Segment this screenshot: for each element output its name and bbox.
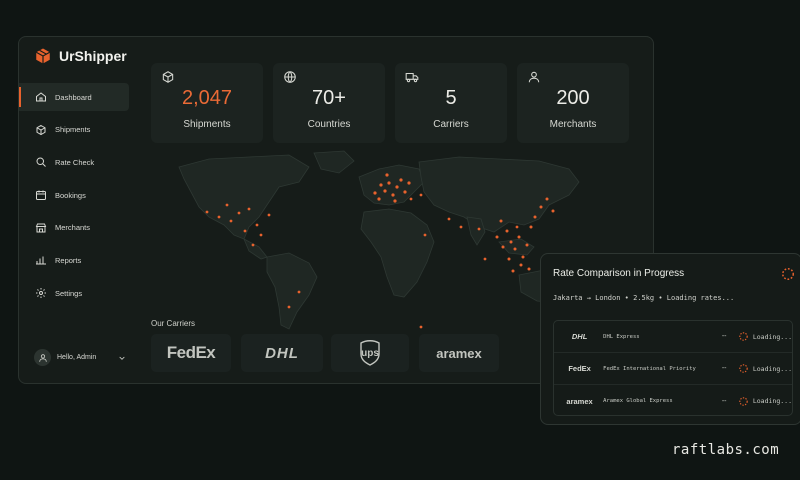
loading-spinner-icon	[739, 396, 748, 406]
carriers-title: Our Carriers	[151, 319, 196, 328]
route-summary: Jakarta → London • 2.5kg • Loading rates…	[553, 294, 735, 302]
stat-label: Shipments	[183, 119, 231, 130]
stat-card-merchants: 200 Merchants	[517, 63, 629, 143]
loading-spinner-icon	[782, 268, 794, 280]
asia-shape	[418, 156, 580, 233]
rate-status: Loading...	[738, 331, 792, 342]
sidebar-item-reports[interactable]: Reports	[19, 246, 129, 274]
status-text: Loading...	[752, 332, 792, 341]
stat-value: 2,047	[181, 87, 233, 109]
south-america-shape	[266, 252, 318, 330]
box-icon	[36, 124, 46, 135]
watermark: raftlabs.com	[672, 442, 780, 458]
store-icon	[35, 223, 47, 233]
greenland-shape	[313, 150, 355, 174]
brand-name: UrShipper	[59, 48, 127, 64]
central-america-shape	[243, 238, 268, 260]
sidebar-item-label: Bookings	[55, 190, 86, 200]
service-name: Aramex Global Express	[603, 398, 673, 404]
carrier-ups: ups	[331, 334, 409, 372]
stat-label: Countries	[307, 119, 351, 130]
stat-card-countries: 70+ Countries	[273, 63, 385, 143]
home-icon	[36, 92, 46, 102]
carrier-logo: FedEx	[568, 364, 591, 373]
calendar-icon	[36, 190, 46, 201]
user-icon	[38, 353, 47, 362]
carrier-logo: aramex	[566, 396, 593, 406]
sidebar-item-dashboard[interactable]: Dashboard	[19, 83, 129, 111]
gear-icon	[36, 288, 46, 299]
user-greeting: Hello, Admin	[57, 354, 97, 361]
stat-value: 5	[445, 87, 457, 109]
stat-card-shipments: 2,047 Shipments	[151, 63, 263, 143]
status-text: Loading...	[752, 364, 792, 373]
rate-rows: DHL DHL Express -- Loading... FedEx FedE…	[553, 320, 793, 416]
sidebar-item-shipments[interactable]: Shipments	[19, 116, 129, 144]
sidebar-item-label: Shipments	[55, 125, 91, 135]
carrier-fedex: FedEx	[151, 334, 231, 372]
sidebar-item-settings[interactable]: Settings	[19, 279, 129, 307]
carrier-logo: DHL	[571, 332, 588, 341]
stat-label: Carriers	[433, 119, 469, 130]
sidebar-item-rate-check[interactable]: Rate Check	[19, 148, 129, 176]
panel-title: Rate Comparison in Progress	[553, 268, 685, 279]
rate-row-dhl[interactable]: DHL DHL Express -- Loading...	[554, 321, 792, 353]
rate-row-aramex[interactable]: aramex Aramex Global Express -- Loading.…	[554, 385, 792, 417]
search-icon	[36, 157, 46, 168]
stat-value: 70+	[312, 87, 346, 109]
sidebar-item-label: Merchants	[55, 223, 91, 233]
ups-logo: ups	[361, 347, 379, 359]
rate-price: --	[721, 333, 727, 340]
user-icon	[528, 71, 540, 83]
sidebar-item-label: Dashboard	[55, 92, 92, 102]
truck-icon	[405, 72, 419, 83]
fedex-logo: FedEx	[166, 343, 216, 362]
rate-comparison-panel: Rate Comparison in Progress Jakarta → Lo…	[540, 253, 800, 425]
rate-status: Loading...	[738, 396, 792, 407]
sidebar-item-label: Rate Check	[55, 157, 95, 167]
status-text: Loading...	[752, 397, 792, 405]
rate-price: --	[721, 365, 727, 372]
rate-status: Loading...	[738, 363, 792, 374]
stat-label: Merchants	[549, 119, 597, 130]
avatar	[34, 349, 51, 366]
box-icon	[162, 71, 174, 83]
user-menu[interactable]: Hello, Admin	[34, 349, 126, 366]
bar-chart-icon	[36, 256, 46, 265]
rate-price: --	[721, 397, 727, 405]
north-america-shape	[178, 154, 310, 240]
globe-icon	[284, 71, 296, 83]
rate-row-fedex[interactable]: FedEx FedEx International Priority -- Lo…	[554, 353, 792, 385]
loading-spinner-icon	[739, 364, 748, 373]
sidebar-item-label: Reports	[55, 255, 82, 265]
europe-shape	[358, 164, 425, 206]
carrier-dhl: DHL	[241, 334, 323, 372]
service-name: FedEx International Priority	[603, 365, 696, 372]
chevron-down-icon[interactable]	[118, 354, 126, 362]
loading-spinner-icon	[739, 332, 748, 341]
sidebar-item-label: Settings	[55, 288, 83, 298]
stat-card-carriers: 5 Carriers	[395, 63, 507, 143]
carrier-aramex: aramex	[419, 334, 499, 372]
dhl-logo: DHL	[265, 344, 299, 362]
sidebar-item-merchants[interactable]: Merchants	[19, 214, 129, 242]
africa-shape	[360, 208, 435, 298]
stat-value: 200	[556, 87, 590, 109]
aramex-logo: aramex	[436, 345, 482, 361]
logo-box-icon	[35, 48, 51, 64]
brand[interactable]: UrShipper	[34, 47, 127, 65]
service-name: DHL Express	[603, 333, 640, 340]
sidebar-item-bookings[interactable]: Bookings	[19, 181, 129, 209]
sidebar: UrShipper Dashboard Shipments Rate Check…	[19, 37, 137, 383]
sidebar-nav: Dashboard Shipments Rate Check Bookings …	[19, 83, 129, 312]
